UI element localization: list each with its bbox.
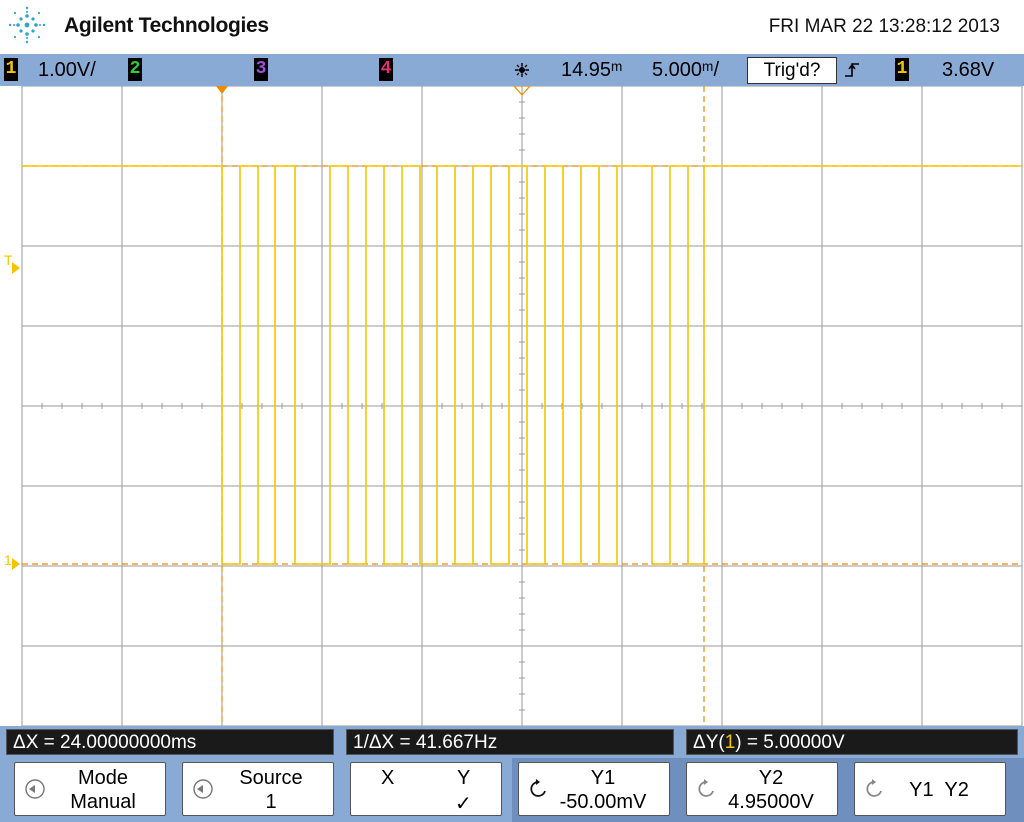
y2-value: 4.95000V bbox=[728, 791, 814, 813]
xy-softkey[interactable]: X Y ✓ bbox=[350, 762, 502, 816]
time-reference-icon bbox=[515, 63, 529, 77]
rising-edge-icon[interactable] bbox=[842, 60, 862, 80]
inverse-delta-x-readout: 1/ΔX = 41.667Hz bbox=[346, 729, 674, 755]
y-selected-check-icon: ✓ bbox=[455, 793, 472, 815]
trigger-level[interactable]: 3.68V bbox=[942, 58, 994, 82]
mode-label: Mode bbox=[77, 767, 129, 789]
channel-1-scale[interactable]: 1.00V/ bbox=[38, 58, 96, 82]
channel-1-indicator[interactable]: 1 bbox=[4, 58, 18, 81]
ground-marker-label: 1 bbox=[4, 552, 12, 568]
softkey-bar: Mode Manual Source 1 X Y ✓ Y1 -50.00mV Y… bbox=[0, 758, 1024, 822]
y-label: Y bbox=[457, 767, 471, 789]
y1-softkey[interactable]: Y1 -50.00mV bbox=[518, 762, 670, 816]
mode-softkey[interactable]: Mode Manual bbox=[14, 762, 166, 816]
trigger-channel[interactable]: 1 bbox=[895, 58, 909, 81]
y1-value: -50.00mV bbox=[559, 791, 647, 813]
y1-label: Y1 bbox=[590, 767, 616, 789]
date-time: FRI MAR 22 13:28:12 2013 bbox=[768, 16, 1000, 37]
source-label: Source bbox=[239, 767, 303, 789]
channel-1-ground-marker bbox=[12, 558, 20, 570]
title-bar: Agilent Technologies FRI MAR 22 13:28:12… bbox=[0, 0, 1024, 54]
channel-4-indicator[interactable]: 4 bbox=[379, 58, 393, 81]
status-bar: 1 1.00V/ 2 3 4 14.95ᵐ 5.000ᵐ/ Trig'd? 1 … bbox=[0, 54, 1024, 87]
delta-y-readout: ΔY(1) = 5.00000V bbox=[686, 729, 1018, 755]
trigger-level-marker bbox=[12, 262, 20, 274]
time-delay[interactable]: 14.95ᵐ bbox=[561, 58, 623, 82]
y2-label: Y2 bbox=[758, 767, 784, 789]
channel-2-indicator[interactable]: 2 bbox=[128, 58, 142, 81]
x-label: X bbox=[381, 767, 395, 789]
y1-y2-softkey[interactable]: Y1 Y2 bbox=[854, 762, 1006, 816]
delta-x-readout: ΔX = 24.00000000ms bbox=[6, 729, 334, 755]
agilent-logo-icon bbox=[8, 6, 46, 44]
graticule bbox=[12, 86, 1023, 726]
trigger-status[interactable]: Trig'd? bbox=[747, 57, 837, 84]
channel-3-indicator[interactable]: 3 bbox=[254, 58, 268, 81]
y1-y2-label: Y1 Y2 bbox=[909, 779, 969, 801]
source-value: 1 bbox=[265, 791, 277, 813]
y2-softkey[interactable]: Y2 4.95000V bbox=[686, 762, 838, 816]
time-scale[interactable]: 5.000ᵐ/ bbox=[652, 58, 719, 82]
source-softkey[interactable]: Source 1 bbox=[182, 762, 334, 816]
mode-value: Manual bbox=[70, 791, 136, 813]
x1-cursor-marker bbox=[216, 86, 228, 94]
waveform-display[interactable]: T 1 bbox=[0, 86, 1024, 726]
markers bbox=[12, 86, 531, 570]
measurement-bar: ΔX = 24.00000000ms 1/ΔX = 41.667Hz ΔY(1)… bbox=[0, 726, 1024, 758]
brand-name: Agilent Technologies bbox=[64, 14, 269, 37]
trigger-marker-label: T bbox=[4, 252, 13, 268]
